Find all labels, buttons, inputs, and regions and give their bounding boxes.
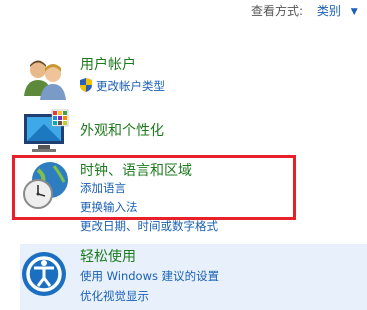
chevron-down-icon[interactable]: ▼ bbox=[351, 7, 358, 17]
category-title[interactable]: 轻松使用 bbox=[80, 246, 136, 266]
uac-shield-icon bbox=[80, 78, 92, 92]
category-title[interactable]: 用户帐户 bbox=[80, 54, 136, 74]
category-appearance: 外观和个性化 bbox=[20, 108, 360, 152]
link-use-windows-recommended-settings[interactable]: 使用 Windows 建议的设置 bbox=[80, 268, 219, 284]
link-change-date-time-number-format[interactable]: 更改日期、时间或数字格式 bbox=[80, 218, 218, 234]
ease-of-access-icon[interactable] bbox=[20, 248, 72, 300]
highlight-box bbox=[12, 155, 296, 220]
view-by-label: 查看方式: bbox=[251, 4, 304, 18]
link-change-account-type[interactable]: 更改帐户类型 bbox=[96, 78, 165, 94]
users-icon[interactable] bbox=[20, 56, 72, 108]
category-title[interactable]: 外观和个性化 bbox=[80, 120, 164, 140]
link-optimize-visual-display[interactable]: 优化视觉显示 bbox=[80, 288, 149, 304]
view-by-bar: 查看方式: 类别 ▼ bbox=[251, 2, 358, 19]
category-user-accounts: 用户帐户 更改帐户类型 bbox=[20, 54, 360, 104]
category-ease-of-access: 轻松使用 使用 Windows 建议的设置 优化视觉显示 bbox=[20, 244, 367, 310]
control-panel-categories: 查看方式: 类别 ▼ 用户帐户 更改帐户类型 外观和个性化 时钟、语言和区域 添… bbox=[0, 0, 367, 310]
view-by-dropdown[interactable]: 类别 bbox=[317, 4, 341, 18]
appearance-icon[interactable] bbox=[20, 108, 72, 160]
